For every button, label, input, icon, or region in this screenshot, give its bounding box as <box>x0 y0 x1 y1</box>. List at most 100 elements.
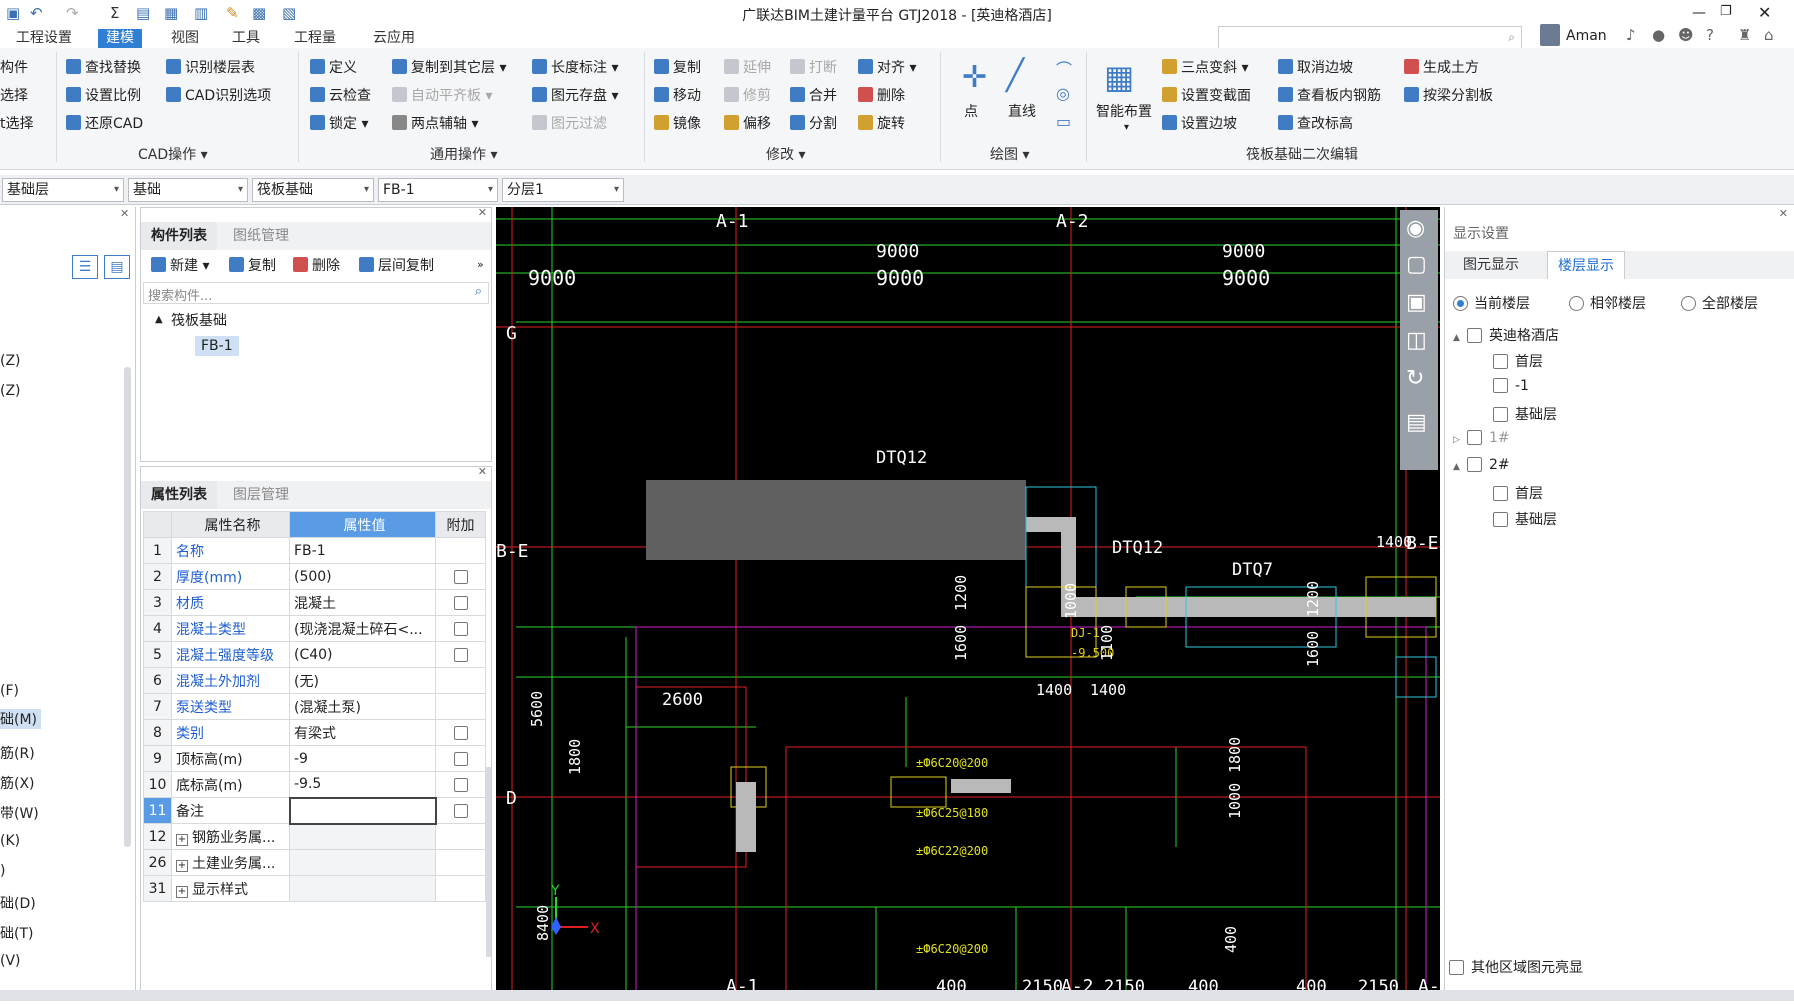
line-button[interactable]: 直线 <box>1008 100 1036 124</box>
property-row[interactable]: 5 混凝土强度等级 (C40) <box>143 641 486 668</box>
expand-icon[interactable]: + <box>176 859 188 872</box>
property-value[interactable]: FB-1 <box>289 537 436 564</box>
cancel-slope-button[interactable]: 取消边坡 <box>1278 56 1353 80</box>
tree-toggle-icon[interactable]: ▲ <box>1453 462 1467 472</box>
align-button[interactable]: 对齐 ▾ <box>858 56 916 80</box>
property-attach[interactable] <box>435 745 486 772</box>
floor-selector[interactable]: 基础层 ▾ <box>2 178 124 202</box>
floor-tree-node[interactable]: ▲ 英迪格酒店 <box>1453 325 1559 345</box>
floor-tree-node[interactable]: ▷ 1# <box>1453 430 1510 446</box>
copy-to-other-floor-button[interactable]: 复制到其它层 ▾ <box>392 56 506 80</box>
layout-view-icon[interactable]: ▤ <box>1406 410 1427 435</box>
property-row[interactable]: 2 厚度(mm) (500) <box>143 563 486 590</box>
component-search-input[interactable]: 搜索构件... ⌕ <box>143 282 489 304</box>
point-button[interactable]: 点 <box>964 100 978 124</box>
view-slab-rebar-button[interactable]: 查看板内钢筋 <box>1278 84 1381 108</box>
chat-icon[interactable]: ● <box>1652 26 1665 44</box>
nav-item-raft-foundation[interactable]: 础(M) <box>0 709 42 729</box>
element-filter-button[interactable]: 图元过滤 <box>532 112 607 136</box>
menu-modeling[interactable]: 建模 <box>98 29 142 49</box>
nav-item[interactable]: 筋(X) <box>0 773 35 793</box>
restore-icon[interactable]: ❐ <box>1720 4 1732 19</box>
property-value[interactable]: 有梁式 <box>289 719 436 746</box>
auto-level-slab-button[interactable]: 自动平齐板 ▾ <box>392 84 492 108</box>
tree-expand-icon[interactable]: ▲ <box>155 314 163 325</box>
menu-cloud[interactable]: 云应用 <box>365 29 423 49</box>
property-attach[interactable] <box>435 667 486 694</box>
delete-component-button[interactable]: 删除 <box>293 254 340 278</box>
smart-layout-button[interactable]: 智能布置 <box>1096 100 1152 124</box>
property-value[interactable] <box>289 823 436 850</box>
avatar[interactable] <box>1540 24 1560 46</box>
cad-options-button[interactable]: CAD识别选项 <box>166 84 271 108</box>
nav-item[interactable]: 础(D) <box>0 893 36 913</box>
property-value[interactable] <box>288 796 437 825</box>
ribbon-frag-select[interactable]: 选择 <box>0 84 28 108</box>
circle-icon[interactable]: ◎ <box>1056 84 1070 103</box>
nav-item[interactable]: (V) <box>0 953 21 969</box>
type-selector[interactable]: 筏板基础 ▾ <box>252 178 374 202</box>
more-icon[interactable]: » <box>477 258 484 271</box>
property-row[interactable]: 4 混凝土类型 (现浇混凝土碎石<... <box>143 615 486 642</box>
radio-current-floor[interactable]: 当前楼层 <box>1453 293 1530 313</box>
menu-tools[interactable]: 工具 <box>224 29 268 49</box>
property-row[interactable]: 7 泵送类型 (混凝土泵) <box>143 693 486 720</box>
property-value[interactable] <box>289 849 436 876</box>
property-row[interactable]: 9 顶标高(m) -9 <box>143 745 486 772</box>
radio-adjacent-floor[interactable]: 相邻楼层 <box>1569 293 1646 313</box>
copy-component-button[interactable]: 复制 <box>229 254 276 278</box>
3d-view-icon[interactable]: ▣ <box>1406 290 1427 315</box>
ribbon-frag-component[interactable]: 构件 <box>0 56 28 80</box>
new-component-button[interactable]: 新建 ▾ <box>151 254 209 278</box>
property-row[interactable]: 10 底标高(m) -9.5 <box>143 771 486 798</box>
group-modify-label[interactable]: 修改 ▾ <box>766 144 805 164</box>
tab-property-list[interactable]: 属性列表 <box>141 481 217 509</box>
save-element-button[interactable]: 图元存盘 ▾ <box>532 84 618 108</box>
property-attach[interactable] <box>435 849 486 876</box>
user-name[interactable]: Aman <box>1566 28 1607 44</box>
home-icon[interactable]: ⌂ <box>1764 26 1774 44</box>
two-point-axis-button[interactable]: 两点辅轴 ▾ <box>392 112 478 136</box>
rectangle-icon[interactable]: ▭ <box>1056 112 1071 131</box>
smart-layout-dropdown-icon[interactable]: ▾ <box>1124 122 1129 133</box>
offset-button[interactable]: 偏移 <box>724 112 771 136</box>
property-value[interactable]: -9.5 <box>289 771 436 798</box>
shirt-icon[interactable]: ♜ <box>1738 26 1751 44</box>
delete-button[interactable]: 删除 <box>858 84 905 108</box>
property-row[interactable]: 12 + 钢筋业务属... <box>143 823 486 850</box>
property-value[interactable]: 混凝土 <box>289 589 436 616</box>
group-cad-label[interactable]: CAD操作 ▾ <box>138 144 208 164</box>
service-icon[interactable]: ☻ <box>1678 26 1694 44</box>
drawing-canvas[interactable]: A-1 A-2 G B-E D A-1 A-2 A- B-E 9000 9000… <box>496 207 1440 1005</box>
identify-floor-table-button[interactable]: 识别楼层表 <box>166 56 255 80</box>
floor-tree-node[interactable]: 基础层 <box>1493 509 1557 529</box>
trim-button[interactable]: 修剪 <box>724 84 771 108</box>
split-button[interactable]: 分割 <box>790 112 837 136</box>
nav-item[interactable]: (Z) <box>0 383 21 399</box>
help-search-input[interactable]: ⌕ <box>1218 26 1522 50</box>
tab-element-display[interactable]: 图元显示 <box>1453 251 1529 279</box>
property-row[interactable]: 3 材质 混凝土 <box>143 589 486 616</box>
break-button[interactable]: 打断 <box>790 56 837 80</box>
floor-tree-node[interactable]: 首层 <box>1493 351 1543 371</box>
property-attach[interactable] <box>435 719 486 746</box>
nav-item[interactable]: 础(T) <box>0 923 33 943</box>
property-row[interactable]: 31 + 显示样式 <box>143 875 486 902</box>
three-point-slope-button[interactable]: 三点变斜 ▾ <box>1162 56 1248 80</box>
floor-tree-node[interactable]: 首层 <box>1493 483 1543 503</box>
menu-quantity[interactable]: 工程量 <box>286 29 344 49</box>
property-value[interactable]: (C40) <box>289 641 436 668</box>
property-attach[interactable] <box>435 641 486 668</box>
property-row[interactable]: 6 混凝土外加剂 (无) <box>143 667 486 694</box>
highlight-other-areas-checkbox[interactable]: 其他区域图元亮显 <box>1449 957 1583 977</box>
length-dimension-button[interactable]: 长度标注 ▾ <box>532 56 618 80</box>
expand-icon[interactable]: + <box>176 833 188 846</box>
nav-item[interactable]: ) <box>0 863 5 879</box>
close-icon[interactable]: ✕ <box>478 206 487 219</box>
tree-node-raft-foundation[interactable]: 筏板基础 <box>171 310 227 330</box>
arc-icon[interactable]: ⌒ <box>1056 56 1072 80</box>
find-replace-button[interactable]: 查找替换 <box>66 56 141 80</box>
group-draw-label[interactable]: 绘图 ▾ <box>990 144 1029 164</box>
nav-item[interactable]: 筋(R) <box>0 743 35 763</box>
orbit-icon[interactable]: ◉ <box>1406 216 1425 241</box>
